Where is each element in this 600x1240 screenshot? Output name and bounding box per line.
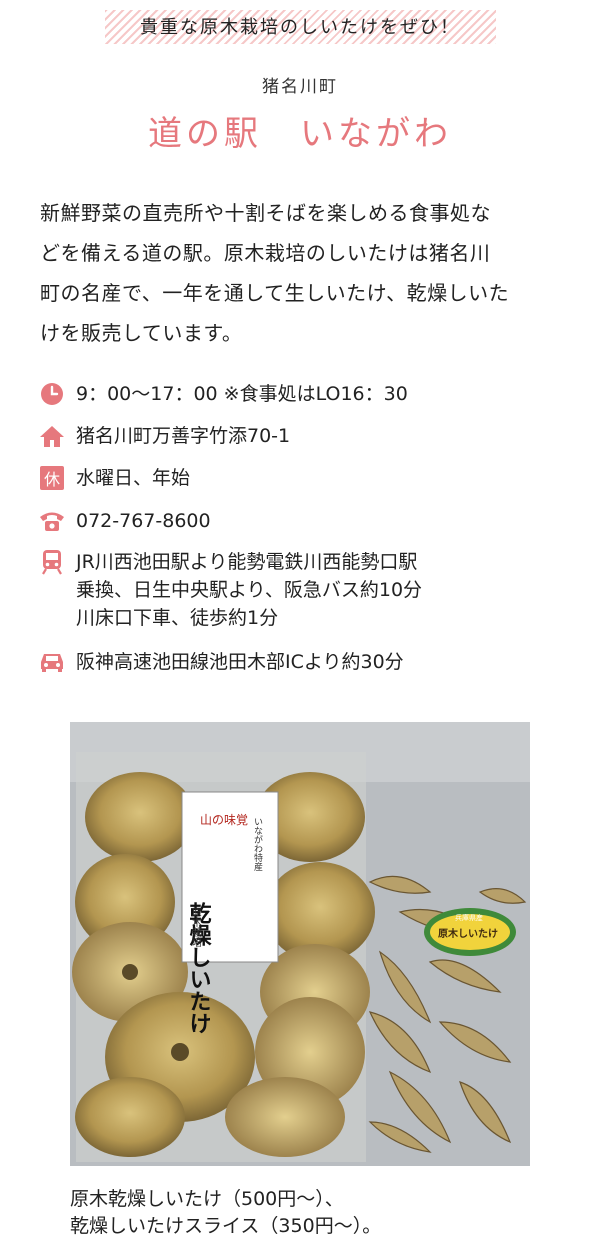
car-text: 阪神高速池田線池田木部ICより約30分: [76, 651, 404, 673]
caption-line: 乾燥しいたけスライス（350円～）。: [70, 1215, 382, 1237]
caption-line: 原木乾燥しいたけ（500円～）、: [70, 1188, 344, 1210]
town-label: 猪名川町: [262, 77, 338, 97]
info-row-hours: 9：00～17：00 ※食事処はLO16：30: [38, 380, 408, 408]
description-line: けを販売しています。: [40, 321, 243, 345]
package-side-text: いながわ特産: [252, 817, 263, 872]
car-icon: [38, 648, 66, 676]
info-row-address: 猪名川町万善字竹添70-1: [38, 422, 290, 450]
info-row-car: 阪神高速池田線池田木部ICより約30分: [38, 648, 404, 676]
info-row-train: JR川西池田駅より能勢電鉄川西能勢口駅 乗換、日生中央駅より、阪急バス約10分 …: [38, 548, 422, 632]
product-sticker: 兵庫県産 原木しいたけ: [424, 908, 516, 956]
description-line: 町の名産で、一年を通して生しいたけ、乾燥しいた: [40, 281, 510, 305]
product-photo: 山の味覚 いながわ特産 乾燥しいたけ 原木栽培 兵庫県産 原木しいたけ: [70, 722, 530, 1166]
closed-badge-icon: 休: [40, 466, 64, 490]
package-side-text-2: 原木栽培: [190, 907, 202, 948]
closed-text: 水曜日、年始: [76, 467, 191, 489]
clock-icon: [38, 380, 66, 408]
sticker-small-text: 兵庫県産: [455, 913, 483, 922]
info-row-phone: 072-767-8600: [38, 507, 211, 535]
description-line: どを備える道の駅。原木栽培のしいたけは猪名川: [40, 241, 491, 265]
train-line: JR川西池田駅より能勢電鉄川西能勢口駅: [76, 551, 418, 573]
train-icon: [38, 548, 66, 576]
hours-text: 9：00～17：00 ※食事処はLO16：30: [76, 383, 408, 405]
address-text: 猪名川町万善字竹添70-1: [76, 425, 291, 447]
phone-text[interactable]: 072-767-8600: [76, 507, 211, 535]
page-title: 道の駅 いながわ: [148, 114, 452, 154]
train-text: JR川西池田駅より能勢電鉄川西能勢口駅 乗換、日生中央駅より、阪急バス約10分 …: [76, 548, 422, 632]
sticker-text: 原木しいたけ: [438, 927, 498, 940]
package-label-small: 山の味覚: [200, 813, 248, 827]
home-icon: [38, 422, 66, 450]
train-line: 川床口下車、徒歩約1分: [76, 607, 279, 629]
description-line: 新鮮野菜の直売所や十割そばを楽しめる食事処な: [40, 201, 491, 225]
phone-icon: [38, 507, 66, 535]
description: 新鮮野菜の直売所や十割そばを楽しめる食事処な どを備える道の駅。原木栽培のしいた…: [40, 193, 560, 353]
ribbon-text: 貴重な原木栽培のしいたけをぜひ！: [140, 17, 460, 38]
photo-caption: 原木乾燥しいたけ（500円～）、 乾燥しいたけスライス（350円～）。: [70, 1186, 540, 1240]
info-row-closed: 休 水曜日、年始: [38, 464, 190, 492]
train-line: 乗換、日生中央駅より、阪急バス約10分: [76, 579, 423, 601]
